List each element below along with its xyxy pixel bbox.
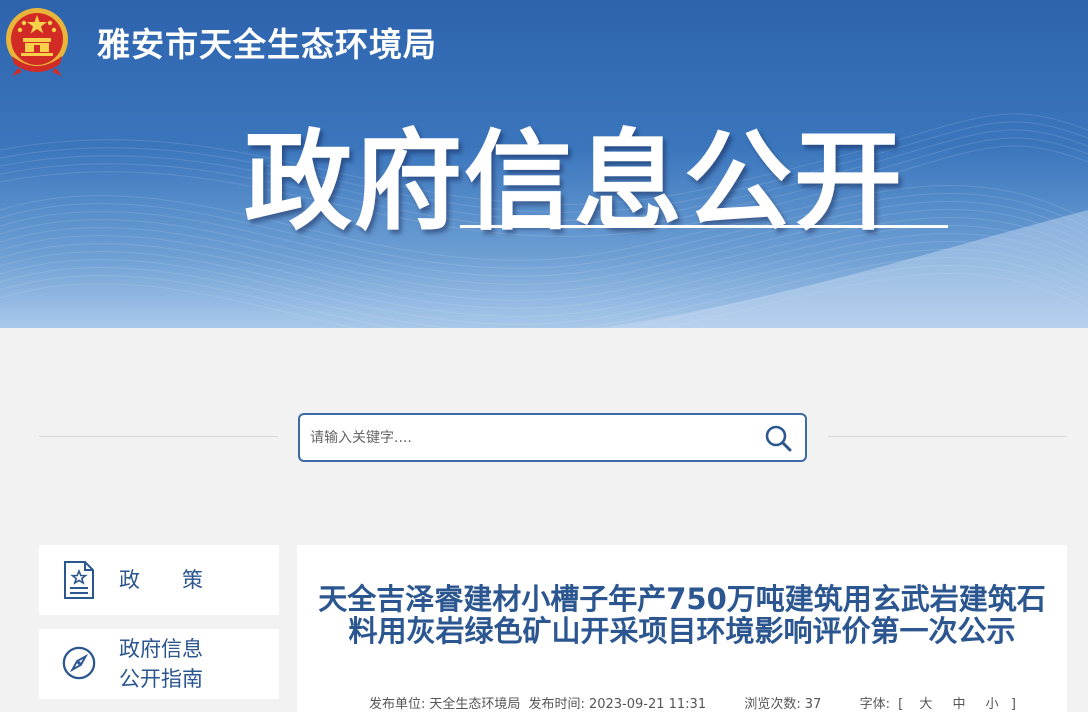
site-name: 雅安市天全生态环境局 <box>97 25 437 64</box>
article-title: 天全吉泽睿建材小槽子年产750万吨建筑用玄武岩建筑石料用灰岩绿色矿山开采项目环境… <box>318 582 1046 648</box>
search-divider-right <box>828 436 1067 437</box>
sidebar-item-policy-label: 政 策 <box>119 568 203 592</box>
national-emblem-icon <box>6 8 68 76</box>
article-panel: 天全吉泽睿建材小槽子年产750万吨建筑用玄武岩建筑石料用灰岩绿色矿山开采项目环境… <box>297 545 1067 712</box>
sidebar-item-disclosure-guide-label-line1: 政府信息 <box>119 637 203 661</box>
policy-document-icon <box>64 561 94 599</box>
font-large-button[interactable]: 大 <box>919 697 932 712</box>
article-meta: 发布单位: 天全生态环境局 发布时间: 2023-09-21 11:31 浏览次数:… <box>369 693 1020 712</box>
publisher-label: 发布单位: <box>369 697 426 712</box>
sidebar-item-disclosure-guide[interactable]: 政府信息 公开指南 <box>39 629 279 699</box>
view-count-value: 37 <box>804 697 822 712</box>
search-input[interactable] <box>310 425 750 451</box>
compass-icon <box>62 646 96 680</box>
publisher-value: 天全生态环境局 <box>429 697 521 712</box>
search-box <box>298 413 807 462</box>
sidebar-item-disclosure-guide-label-line2: 公开指南 <box>119 667 203 691</box>
title-underline <box>460 225 948 228</box>
view-count-label: 浏览次数: <box>744 697 801 712</box>
publish-time-value: 2023-09-21 11:31 <box>588 697 707 712</box>
font-medium-button[interactable]: 中 <box>953 697 966 712</box>
header-banner: 雅安市天全生态环境局 政府信息公开 <box>0 0 1088 328</box>
sidebar-item-policy[interactable]: 政 策 <box>39 545 279 615</box>
publish-time-label: 发布时间: <box>528 697 585 712</box>
search-icon[interactable] <box>762 423 796 455</box>
search-divider-left <box>39 436 278 437</box>
font-bracket-close: ] <box>1010 697 1016 712</box>
font-size-label: 字体: <box>859 697 890 712</box>
font-small-button[interactable]: 小 <box>986 697 999 712</box>
font-bracket-open: [ <box>898 697 904 712</box>
